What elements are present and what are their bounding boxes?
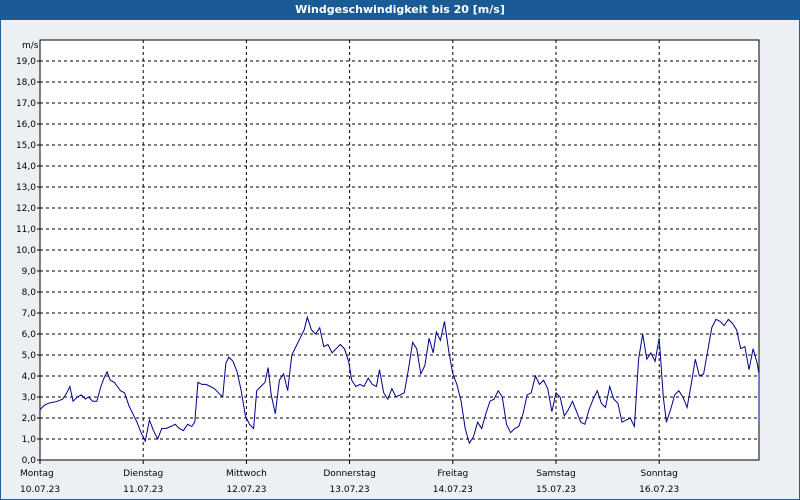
y-tick-label: 2,0 [22,414,37,424]
x-date-label: 14.07.23 [433,485,473,495]
x-day-label: Sonntag [641,469,678,479]
y-tick-label: 10,0 [16,246,36,256]
y-tick-label: 1,0 [22,435,37,445]
y-tick-label: 13,0 [16,183,36,193]
y-tick-label: 3,0 [22,393,37,403]
x-day-label: Freitag [437,469,468,479]
x-date-label: 10.07.23 [20,485,60,495]
y-tick-label: 4,0 [22,372,37,382]
x-date-label: 13.07.23 [330,485,370,495]
y-tick-label: 6,0 [22,330,37,340]
wind-speed-chart: 0,0 1,0 2,0 3,0 4,0 5,0 6,0 7,0 8,0 9,0 10,0 11,0 12… [16,39,760,495]
y-tick-label: 8,0 [22,288,37,298]
y-tick-label: 19,0 [16,57,36,67]
x-date-label: 12.07.23 [226,485,266,495]
y-tick-label: 11,0 [16,225,36,235]
y-tick-label: 16,0 [16,120,36,130]
y-axis-unit-label: m/s [22,41,39,51]
y-tick-label: 5,0 [22,351,37,361]
x-date-label: 11.07.23 [123,485,163,495]
y-tick-label: 9,0 [22,267,37,277]
x-date-label: 15.07.23 [536,485,576,495]
x-day-label: Montag [20,469,54,479]
y-tick-label: 12,0 [16,204,36,214]
x-day-label: Samstag [536,469,575,479]
y-tick-label: 14,0 [16,162,36,172]
plot-area [39,39,760,461]
y-tick-label: 18,0 [16,78,36,88]
y-tick-label: 0,0 [22,456,37,466]
x-day-label: Mittwoch [226,469,267,479]
y-tick-label: 15,0 [16,141,36,151]
y-axis-ticks: 0,0 1,0 2,0 3,0 4,0 5,0 6,0 7,0 8,0 9,0 10,0 11,0 12… [16,57,40,466]
x-day-label: Dienstag [123,469,163,479]
x-day-label: Donnerstag [323,469,376,479]
y-tick-label: 17,0 [16,99,36,109]
x-date-label: 16.07.23 [639,485,679,495]
x-axis-ticks: Montag 10.07.23 Dienstag 11.07.23 Mittwoch 12… [20,460,679,495]
y-tick-label: 7,0 [22,309,37,319]
